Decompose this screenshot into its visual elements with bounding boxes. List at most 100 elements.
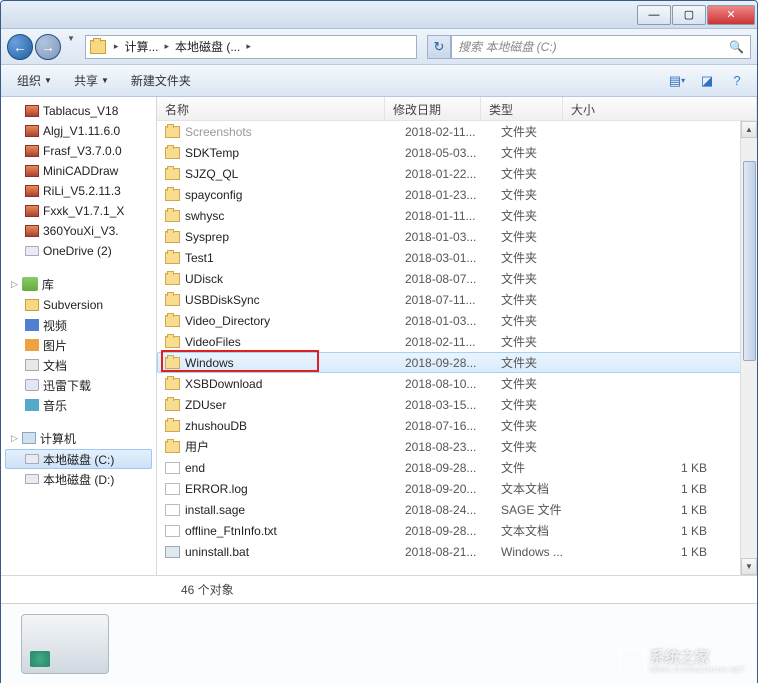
- watermark: 系统之家 WWW.XITONGZHIJIA.NET: [618, 646, 745, 674]
- file-row[interactable]: Screenshots 2018-02-11... 文件夹: [157, 121, 757, 142]
- breadcrumb-segment[interactable]: 本地磁盘 (...: [173, 38, 242, 55]
- computer-icon: [22, 432, 36, 444]
- search-icon[interactable]: 🔍: [729, 40, 744, 54]
- file-date: 2018-08-24...: [405, 503, 501, 517]
- titlebar[interactable]: — ▢ ✕: [1, 1, 757, 29]
- file-row[interactable]: XSBDownload 2018-08-10... 文件夹: [157, 373, 757, 394]
- file-row[interactable]: ERROR.log 2018-09-20... 文本文档 1 KB: [157, 478, 757, 499]
- folder-icon: [165, 273, 180, 285]
- scroll-down-button[interactable]: ▼: [741, 558, 757, 575]
- item-label: Algj_V1.11.6.0: [43, 124, 120, 138]
- file-row[interactable]: Windows 2018-09-28... 文件夹: [157, 352, 757, 373]
- help-button[interactable]: ?: [725, 70, 749, 92]
- view-options-button[interactable]: ▤▾: [665, 70, 689, 92]
- back-button[interactable]: ←: [7, 34, 33, 60]
- sidebar-item[interactable]: Algj_V1.11.6.0: [1, 121, 156, 141]
- sidebar-library-item[interactable]: 视频: [1, 315, 156, 335]
- breadcrumb[interactable]: ▸ 计算... ▸ 本地磁盘 (... ▸: [85, 35, 417, 59]
- sidebar-library-item[interactable]: 文档: [1, 355, 156, 375]
- file-date: 2018-08-07...: [405, 272, 501, 286]
- rows-container[interactable]: Screenshots 2018-02-11... 文件夹 SDKTemp 20…: [157, 121, 757, 575]
- file-name: offline_FtnInfo.txt: [185, 524, 405, 538]
- new-folder-button[interactable]: 新建文件夹: [123, 68, 199, 93]
- search-input[interactable]: 搜索 本地磁盘 (C:) 🔍: [451, 35, 751, 59]
- item-icon: [25, 145, 39, 157]
- scroll-up-button[interactable]: ▲: [741, 121, 757, 138]
- txt-icon: [165, 483, 180, 495]
- drive-icon: [25, 454, 39, 464]
- txt-icon: [165, 525, 180, 537]
- maximize-button[interactable]: ▢: [672, 5, 706, 25]
- organize-label: 组织: [17, 72, 41, 89]
- scrollbar[interactable]: ▲ ▼: [740, 121, 757, 575]
- chevron-right-icon[interactable]: ▸: [242, 41, 255, 52]
- file-row[interactable]: VideoFiles 2018-02-11... 文件夹: [157, 331, 757, 352]
- drive-icon: [90, 40, 106, 54]
- watermark-sub: WWW.XITONGZHIJIA.NET: [650, 667, 745, 674]
- file-row[interactable]: SJZQ_QL 2018-01-22... 文件夹: [157, 163, 757, 184]
- folder-icon: [165, 399, 180, 411]
- file-type: 文本文档: [501, 522, 583, 539]
- file-date: 2018-09-28...: [405, 356, 501, 370]
- preview-pane-button[interactable]: ◪: [695, 70, 719, 92]
- sidebar-computer-header[interactable]: ▷计算机: [1, 427, 156, 449]
- sidebar-library-item[interactable]: 图片: [1, 335, 156, 355]
- new-folder-label: 新建文件夹: [131, 72, 191, 89]
- column-headers[interactable]: 名称 修改日期 类型 大小: [157, 97, 757, 121]
- file-date: 2018-09-28...: [405, 524, 501, 538]
- refresh-button[interactable]: ↻: [427, 35, 451, 59]
- column-size[interactable]: 大小: [563, 97, 757, 120]
- file-row[interactable]: SDKTemp 2018-05-03... 文件夹: [157, 142, 757, 163]
- file-row[interactable]: swhysc 2018-01-11... 文件夹: [157, 205, 757, 226]
- folder-icon: [165, 252, 180, 264]
- file-date: 2018-03-01...: [405, 251, 501, 265]
- file-row[interactable]: zhushouDB 2018-07-16... 文件夹: [157, 415, 757, 436]
- sidebar-item[interactable]: MiniCADDraw: [1, 161, 156, 181]
- file-row[interactable]: Sysprep 2018-01-03... 文件夹: [157, 226, 757, 247]
- file-row[interactable]: uninstall.bat 2018-08-21... Windows ... …: [157, 541, 757, 562]
- sidebar[interactable]: Tablacus_V18 Algj_V1.11.6.0 Frasf_V3.7.0.0…: [1, 97, 157, 575]
- breadcrumb-segment[interactable]: 计算...: [122, 38, 160, 55]
- file-row[interactable]: offline_FtnInfo.txt 2018-09-28... 文本文档 1…: [157, 520, 757, 541]
- share-menu[interactable]: 共享 ▼: [66, 68, 117, 93]
- column-type[interactable]: 类型: [481, 97, 563, 120]
- organize-menu[interactable]: 组织 ▼: [9, 68, 60, 93]
- file-row[interactable]: install.sage 2018-08-24... SAGE 文件 1 KB: [157, 499, 757, 520]
- file-row[interactable]: Video_Directory 2018-01-03... 文件夹: [157, 310, 757, 331]
- history-dropdown-icon[interactable]: ▼: [63, 34, 79, 60]
- file-row[interactable]: end 2018-09-28... 文件 1 KB: [157, 457, 757, 478]
- folder-icon: [165, 168, 180, 180]
- column-date[interactable]: 修改日期: [385, 97, 481, 120]
- folder-icon: [165, 420, 180, 432]
- file-row[interactable]: UDisck 2018-08-07... 文件夹: [157, 268, 757, 289]
- sidebar-item[interactable]: 360YouXi_V3.: [1, 221, 156, 241]
- chevron-right-icon[interactable]: ▸: [160, 41, 173, 52]
- scroll-thumb[interactable]: [743, 161, 756, 361]
- sidebar-item[interactable]: OneDrive (2): [1, 241, 156, 261]
- sidebar-library-item[interactable]: 音乐: [1, 395, 156, 415]
- file-row[interactable]: spayconfig 2018-01-23... 文件夹: [157, 184, 757, 205]
- chevron-right-icon[interactable]: ▸: [110, 41, 123, 52]
- file-type: Windows ...: [501, 545, 583, 559]
- item-icon: [25, 105, 39, 117]
- file-row[interactable]: Test1 2018-03-01... 文件夹: [157, 247, 757, 268]
- sidebar-libraries-header[interactable]: ▷库: [1, 273, 156, 295]
- sidebar-drive-item[interactable]: 本地磁盘 (D:): [1, 469, 156, 489]
- sidebar-drive-item[interactable]: 本地磁盘 (C:): [5, 449, 152, 469]
- column-name[interactable]: 名称: [157, 97, 385, 120]
- sidebar-item[interactable]: Fxxk_V1.7.1_X: [1, 201, 156, 221]
- file-row[interactable]: USBDiskSync 2018-07-11... 文件夹: [157, 289, 757, 310]
- forward-button[interactable]: →: [35, 34, 61, 60]
- sidebar-item[interactable]: RiLi_V5.2.11.3: [1, 181, 156, 201]
- bat-icon: [165, 546, 180, 558]
- file-row[interactable]: 用户 2018-08-23... 文件夹: [157, 436, 757, 457]
- close-button[interactable]: ✕: [707, 5, 755, 25]
- sidebar-item[interactable]: Tablacus_V18: [1, 101, 156, 121]
- sidebar-library-item[interactable]: 迅雷下载: [1, 375, 156, 395]
- file-type: 文件夹: [501, 228, 583, 245]
- minimize-button[interactable]: —: [637, 5, 671, 25]
- file-size: 1 KB: [583, 524, 757, 538]
- sidebar-item[interactable]: Frasf_V3.7.0.0: [1, 141, 156, 161]
- file-row[interactable]: ZDUser 2018-03-15... 文件夹: [157, 394, 757, 415]
- sidebar-library-item[interactable]: Subversion: [1, 295, 156, 315]
